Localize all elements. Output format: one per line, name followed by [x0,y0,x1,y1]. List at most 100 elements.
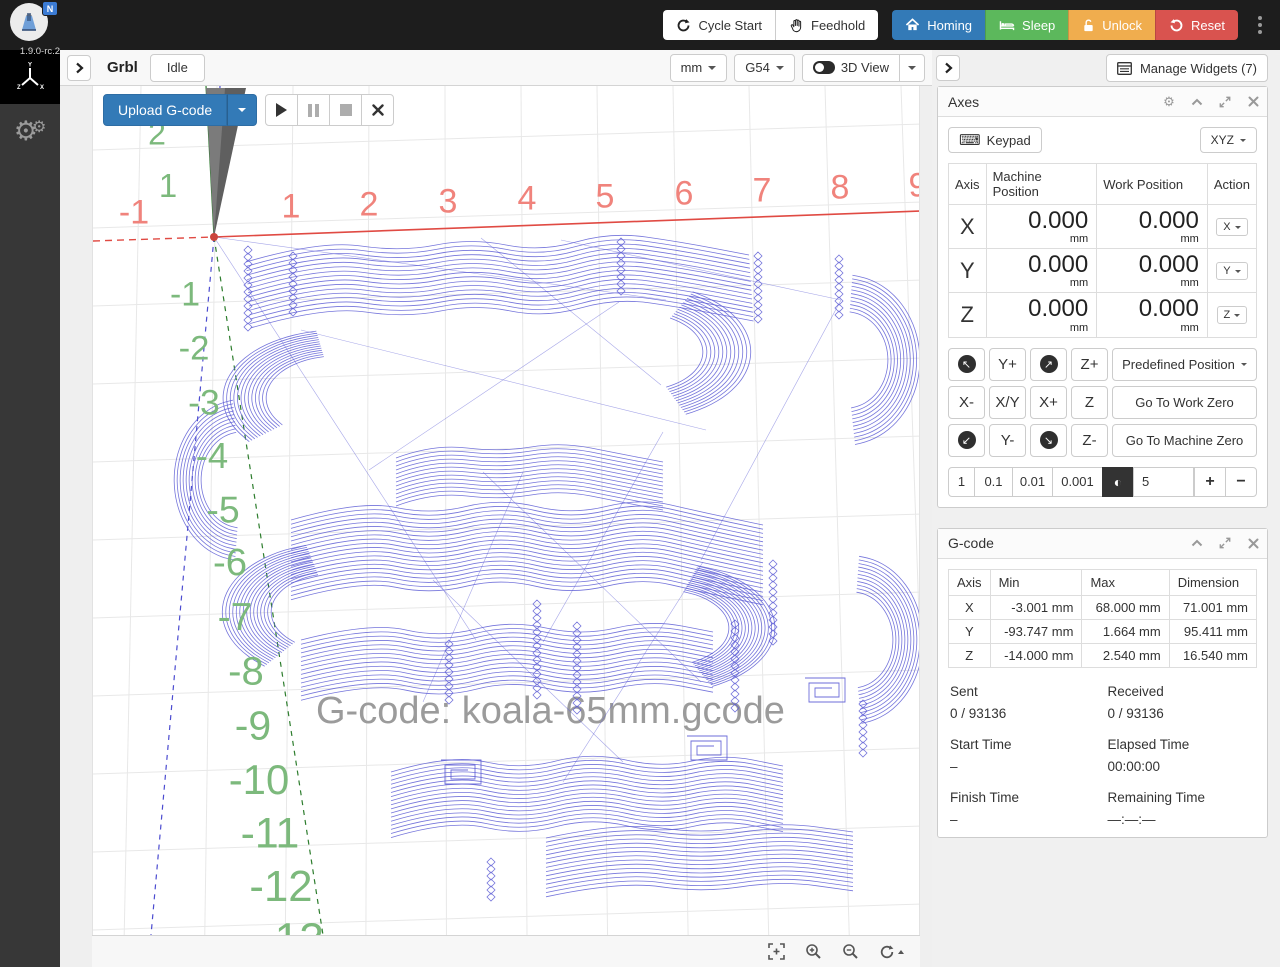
close-widget-icon[interactable] [1239,528,1267,558]
go-to-machine-zero-button[interactable]: Go To Machine Zero [1112,424,1257,457]
zoom-out-button[interactable] [842,943,859,960]
jog-x-plus-y-plus-button[interactable]: ↗ [1030,348,1067,381]
close-widget-icon[interactable] [1239,87,1267,117]
collapse-right-chevron-button[interactable] [936,55,960,81]
widgets-panel: Manage Widgets (7) Axes ⚙ [932,50,1280,967]
keyboard-icon: ⌨ [959,131,981,149]
settings-gear-icon[interactable]: ⚙ [1155,87,1183,117]
step-0.001-button[interactable]: 0.001 [1052,467,1103,497]
rotate-icon [879,944,895,960]
app-logo[interactable]: N 1.9.0-rc.2 [10,3,50,43]
view-options-dropdown[interactable] [899,54,925,82]
jog-x-plus-y-minus-button[interactable]: ↘ [1030,424,1067,457]
unlock-icon [1082,18,1095,33]
upload-gcode-dropdown[interactable] [227,94,257,126]
top-bar: N 1.9.0-rc.2 Cycle Start Feedhold Homing [0,0,1280,50]
circle-half-icon: ◐ [1114,474,1122,490]
hand-icon [789,18,804,33]
units-dropdown[interactable]: mm [670,54,728,82]
axis-row-z: Z 0.000mm 0.000mm Z [949,293,1257,337]
axes-position-table: Axis Machine Position Work Position Acti… [948,163,1257,338]
caret-down-icon [908,66,916,70]
svg-text:Z: Z [17,85,21,91]
stat-sent: Sent0 / 93136 [950,684,1098,721]
feedhold-button[interactable]: Feedhold [775,10,878,40]
jog-y-plus-button[interactable]: Y+ [989,348,1026,381]
collapse-widget-icon[interactable] [1183,528,1211,558]
controller-name: Grbl [107,59,138,76]
fit-to-view-button[interactable] [768,943,785,960]
arrow-down-left-icon: ↙ [958,431,976,449]
view-mode-toggle-button[interactable]: 3D View [802,54,900,82]
axis-selector-dropdown[interactable]: XYZ [1200,127,1257,153]
keypad-button[interactable]: ⌨ Keypad [948,127,1042,153]
unlock-button[interactable]: Unlock [1068,10,1155,40]
jog-x-plus-button[interactable]: X+ [1030,386,1067,419]
machine-state-button[interactable]: Idle [150,54,205,82]
jog-x-minus-y-minus-button[interactable]: ↙ [948,424,985,457]
sidebar-item-workspace[interactable]: Y Z X [0,50,60,104]
fit-icon [768,943,785,960]
col-max: Max [1082,569,1169,595]
pause-button[interactable] [297,94,330,126]
step-0.1-button[interactable]: 0.1 [974,467,1013,497]
jog-z-minus-button[interactable]: Z- [1071,424,1108,457]
wcs-dropdown[interactable]: G54 [734,54,795,82]
home-icon [905,18,920,32]
custom-step-input[interactable] [1133,467,1194,497]
reset-button[interactable]: Reset [1155,10,1238,40]
collapse-left-chevron-button[interactable] [67,55,91,81]
step-custom-toggle-button[interactable]: ◐ [1102,467,1134,497]
sidebar-item-settings[interactable]: ⚙⚙ [0,104,60,158]
x-work-position: 0.000 [1139,207,1199,234]
overflow-menu-icon[interactable] [1252,12,1268,38]
fullscreen-widget-icon[interactable] [1211,528,1239,558]
chevron-right-icon [944,62,953,74]
stat-remaining-time: Remaining Time—:—:— [1108,790,1256,827]
app-version: 1.9.0-rc.2 [10,46,70,57]
stat-elapsed-time: Elapsed Time00:00:00 [1108,737,1256,774]
y-work-position: 0.000 [1139,251,1199,278]
manage-widgets-button[interactable]: Manage Widgets (7) [1106,54,1268,82]
jog-z-plus-button[interactable]: Z+ [1071,348,1108,381]
run-button[interactable] [265,94,298,126]
step-1-button[interactable]: 1 [948,467,975,497]
col-axis: Axis [949,569,991,595]
close-icon [372,104,384,116]
caret-down-icon [1241,363,1247,366]
list-icon [1117,62,1132,75]
step-decrease-button[interactable]: − [1225,467,1257,497]
caret-up-icon [898,950,904,954]
fullscreen-widget-icon[interactable] [1211,87,1239,117]
z-action-dropdown[interactable]: Z [1217,306,1248,324]
caret-down-icon [1234,314,1240,317]
stop-button[interactable] [329,94,362,126]
jog-y-minus-button[interactable]: Y- [989,424,1026,457]
step-increase-button[interactable]: + [1194,467,1226,497]
jog-x-minus-button[interactable]: X- [948,386,985,419]
cycle-start-button[interactable]: Cycle Start [663,10,775,40]
upload-gcode-button[interactable]: Upload G-code [103,94,227,126]
x-action-dropdown[interactable]: X [1216,218,1247,236]
jog-xy-zero-button[interactable]: X/Y [989,386,1026,419]
visualizer-panel[interactable]: G-code: koala-65mm.gcode -112345678921-1… [92,86,920,935]
jog-z-zero-button[interactable]: Z [1071,386,1108,419]
zoom-in-button[interactable] [805,943,822,960]
go-to-work-zero-button[interactable]: Go To Work Zero [1112,386,1257,419]
jog-controls: ↖ Y+ ↗ Z+ Predefined Position X- X/Y X+ … [948,348,1257,457]
sleep-button[interactable]: Sleep [985,10,1068,40]
y-action-dropdown[interactable]: Y [1216,262,1247,280]
zoom-out-icon [842,943,859,960]
col-work-position: Work Position [1097,164,1208,205]
step-0.01-button[interactable]: 0.01 [1012,467,1053,497]
gcode-3d-view[interactable]: G-code: koala-65mm.gcode [93,86,920,935]
rotate-view-dropdown[interactable] [879,944,904,960]
y-machine-position: 0.000 [1028,251,1088,278]
gcode-widget: G-code Axis Min [937,528,1268,838]
arrow-down-right-icon: ↘ [1040,431,1058,449]
jog-x-minus-y-plus-button[interactable]: ↖ [948,348,985,381]
predefined-position-dropdown[interactable]: Predefined Position [1112,348,1257,381]
close-gcode-button[interactable] [361,94,394,126]
collapse-widget-icon[interactable] [1183,87,1211,117]
homing-button[interactable]: Homing [892,10,985,40]
